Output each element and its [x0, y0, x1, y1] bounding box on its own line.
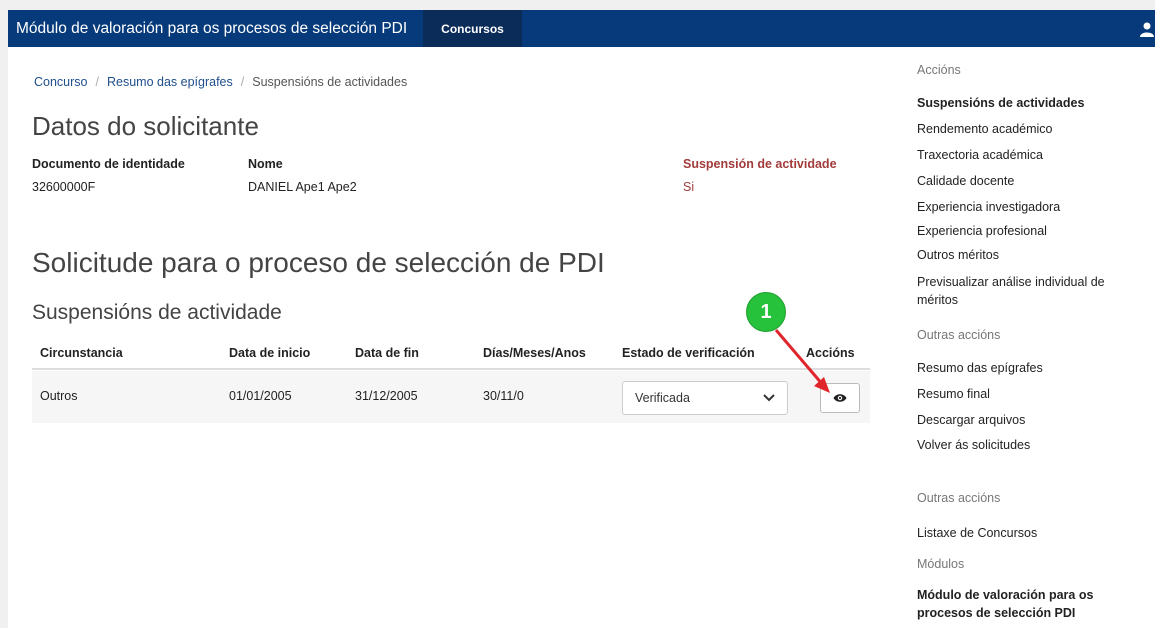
sidebar-item-rendemento[interactable]: Rendemento académico: [917, 120, 1137, 138]
id-value: 32600000F: [32, 180, 96, 194]
sidebar-item-resumo-epigrafes[interactable]: Resumo das epígrafes: [917, 359, 1137, 377]
cell-circunstancia: Outros: [40, 389, 78, 403]
column-header: Días/Meses/Anos: [483, 346, 586, 360]
user-icon: [1140, 22, 1154, 37]
breadcrumb: Concurso / Resumo das epígrafes / Suspen…: [34, 75, 407, 89]
sidebar-item-resumo-final[interactable]: Resumo final: [917, 385, 1137, 403]
eye-icon: [833, 394, 847, 402]
sidebar-heading-modulos: Módulos: [917, 557, 965, 571]
app-title[interactable]: Módulo de valoración para os procesos de…: [8, 10, 407, 47]
verification-status-select[interactable]: Verificada: [622, 381, 788, 415]
left-strip: [0, 10, 8, 628]
sidebar-item-descargar[interactable]: Descargar arquivos: [917, 411, 1137, 429]
column-header: Estado de verificación: [622, 346, 755, 360]
breadcrumb-concurso[interactable]: Concurso: [34, 75, 88, 89]
chevron-down-icon: [763, 394, 775, 402]
sidebar-item-modulo[interactable]: Módulo de valoración para os procesos de…: [917, 586, 1137, 622]
applicant-heading: Datos do solicitante: [32, 111, 259, 141]
top-strip: [0, 0, 1155, 10]
column-header: Accións: [806, 346, 855, 360]
view-button[interactable]: [820, 383, 860, 413]
sidebar-item-profesional[interactable]: Experiencia profesional: [917, 222, 1137, 240]
cell-fin: 31/12/2005: [355, 389, 418, 403]
table-header-divider: [32, 368, 870, 370]
sidebar-item-listaxe[interactable]: Listaxe de Concursos: [917, 524, 1137, 542]
sidebar-item-investigadora[interactable]: Experiencia investigadora: [917, 198, 1137, 216]
breadcrumb-resumo[interactable]: Resumo das epígrafes: [107, 75, 233, 89]
user-menu[interactable]: [1139, 10, 1155, 47]
column-header: Data de fin: [355, 346, 419, 360]
breadcrumb-separator: /: [240, 75, 245, 89]
sidebar-heading-outras-1: Outras accións: [917, 328, 1001, 342]
breadcrumb-separator: /: [95, 75, 99, 89]
cell-dias: 30/11/0: [483, 389, 524, 403]
sidebar-item-previsualizar[interactable]: Previsualizar análise individual de méri…: [917, 273, 1137, 309]
suspension-label: Suspensión de actividade: [683, 157, 837, 171]
select-value: Verificada: [635, 391, 690, 405]
sidebar-heading-accions: Accións: [917, 63, 961, 77]
sidebar-item-suspensions[interactable]: Suspensións de actividades: [917, 94, 1137, 112]
column-header: Circunstancia: [40, 346, 123, 360]
sidebar-heading-outras-2: Outras accións: [917, 491, 1001, 505]
nav-tab-concursos[interactable]: Concursos: [423, 10, 522, 47]
top-navbar: Módulo de valoración para os procesos de…: [8, 10, 1155, 47]
column-header: Data de inicio: [229, 346, 311, 360]
suspension-value: Si: [683, 180, 695, 194]
sidebar-item-outros-meritos[interactable]: Outros méritos: [917, 246, 1137, 264]
section-heading: Suspensións de actividade: [32, 301, 282, 324]
sidebar-item-traxectoria[interactable]: Traxectoria académica: [917, 146, 1137, 164]
cell-inicio: 01/01/2005: [229, 389, 292, 403]
annotation-badge: 1: [746, 292, 786, 332]
name-value: DANIEL Ape1 Ape2: [248, 180, 357, 194]
request-heading: Solicitude para o proceso de selección d…: [32, 247, 605, 278]
name-label: Nome: [248, 157, 283, 171]
breadcrumb-current: Suspensións de actividades: [252, 75, 408, 89]
id-label: Documento de identidade: [32, 157, 185, 171]
sidebar-item-calidade[interactable]: Calidade docente: [917, 172, 1137, 190]
sidebar-item-volver[interactable]: Volver ás solicitudes: [917, 436, 1137, 454]
